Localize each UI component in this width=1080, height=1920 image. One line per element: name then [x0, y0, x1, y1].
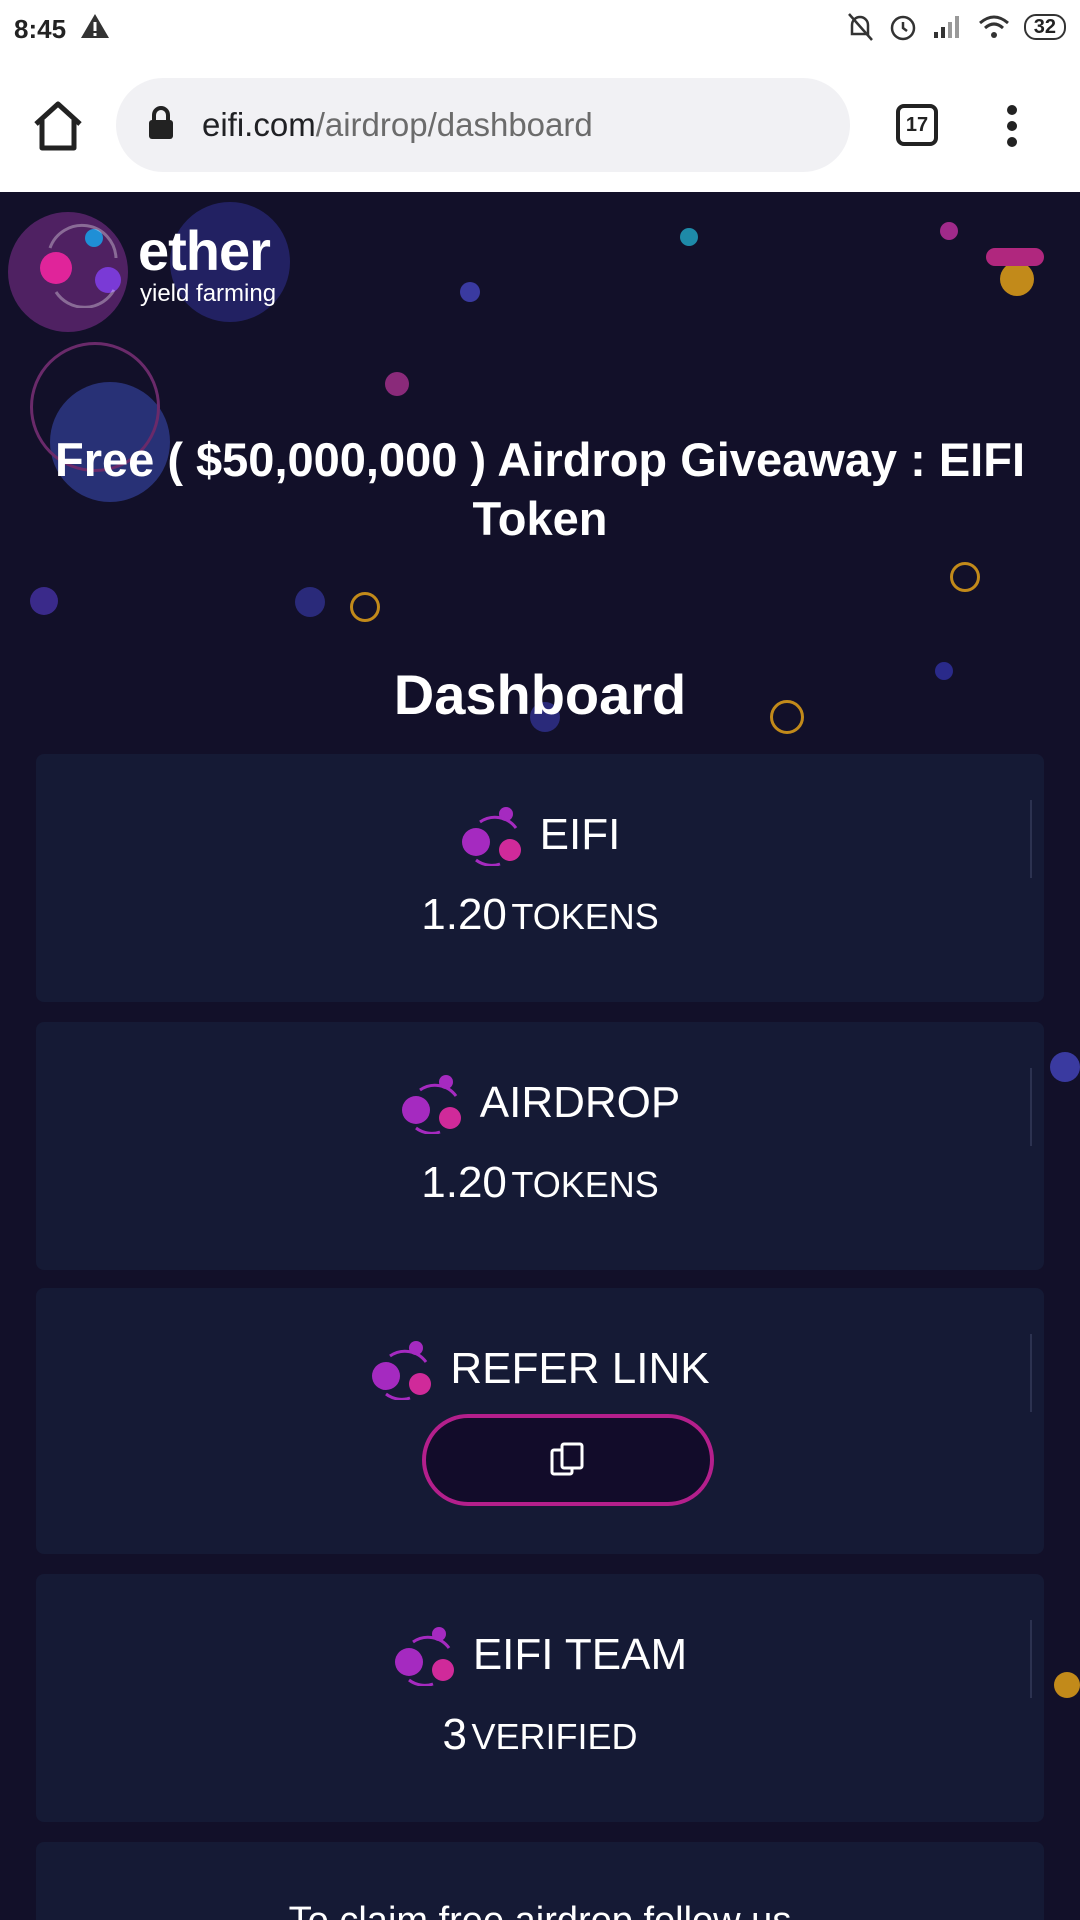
browser-toolbar: eifi.com/airdrop/dashboard 17 [0, 58, 1080, 192]
bubble-decoration [1000, 262, 1034, 296]
headline-line-2: Token [472, 492, 608, 545]
refer-link-card: REFER LINK [36, 1288, 1044, 1554]
card-label: REFER LINK [450, 1344, 710, 1393]
copy-link-button[interactable] [422, 1414, 714, 1506]
card-divider [1030, 1068, 1032, 1146]
menu-toggle-button[interactable] [986, 248, 1044, 266]
home-icon[interactable] [30, 98, 86, 154]
card-value: 1.20 [421, 1158, 507, 1207]
card-unit: TOKENS [511, 1164, 659, 1205]
bubble-decoration [30, 587, 58, 615]
claim-text: To claim free airdrop follow us [36, 1900, 1044, 1920]
more-menu-icon[interactable] [1000, 102, 1024, 150]
status-bar: 8:45 32 [0, 0, 1080, 58]
card-divider [1030, 1620, 1032, 1698]
alarm-icon [890, 15, 915, 41]
battery-indicator: 32 [1023, 14, 1066, 40]
bubble-decoration [680, 228, 698, 246]
bubble-decoration [950, 562, 980, 592]
dashboard-title: Dashboard [393, 663, 687, 726]
card-value: 3 [442, 1710, 467, 1759]
token-icon [394, 1627, 454, 1686]
headline-line-1: Free ( $50,000,000 ) Airdrop Giveaway : … [54, 433, 1026, 486]
page-content: ether yield farming Free ( $50,000,000 )… [0, 192, 1080, 1920]
bubble-decoration [940, 222, 958, 240]
address-bar[interactable]: eifi.com/airdrop/dashboard [116, 78, 850, 172]
logo-mark-icon [40, 223, 121, 308]
card-unit: VERIFIED [471, 1716, 638, 1757]
logo-name: ether [138, 219, 271, 282]
claim-card: To claim free airdrop follow us [36, 1842, 1044, 1920]
bubble-decoration [1050, 1052, 1080, 1082]
copy-icon [550, 1442, 584, 1476]
airdrop-balance-card: AIRDROP 1.20 TOKENS [36, 1022, 1044, 1270]
token-icon [372, 1341, 432, 1400]
lock-icon [149, 106, 173, 139]
status-time: 8:45 [14, 14, 67, 44]
bubble-decoration [295, 587, 325, 617]
eifi-balance-card: EIFI 1.20 TOKENS [36, 754, 1044, 1002]
wifi-icon [978, 15, 1009, 38]
url-path: /airdrop/dashboard [315, 106, 593, 143]
token-icon [461, 807, 521, 866]
url-host: eifi.com [202, 106, 316, 143]
card-label: EIFI [539, 810, 621, 859]
team-card: EIFI TEAM 3 VERIFIED [36, 1574, 1044, 1822]
card-value: 1.20 [421, 890, 507, 939]
bubble-decoration [350, 592, 380, 622]
mute-bell-icon [847, 13, 873, 41]
bubble-decoration [385, 372, 409, 396]
tab-switcher-button[interactable]: 17 [896, 104, 938, 146]
logo-tagline: yield farming [140, 280, 277, 307]
bubble-decoration [460, 282, 480, 302]
page-headline: Free ( $50,000,000 ) Airdrop Giveaway : … [30, 430, 1050, 548]
card-label: AIRDROP [479, 1078, 681, 1127]
card-divider [1030, 1334, 1032, 1412]
card-label: EIFI TEAM [472, 1630, 688, 1679]
bubble-decoration [1054, 1672, 1080, 1698]
card-unit: TOKENS [511, 896, 659, 937]
token-icon [401, 1075, 461, 1134]
signal-icon [933, 16, 959, 38]
logo[interactable]: ether yield farming [36, 218, 306, 308]
card-divider [1030, 800, 1032, 878]
warning-icon [81, 14, 109, 38]
